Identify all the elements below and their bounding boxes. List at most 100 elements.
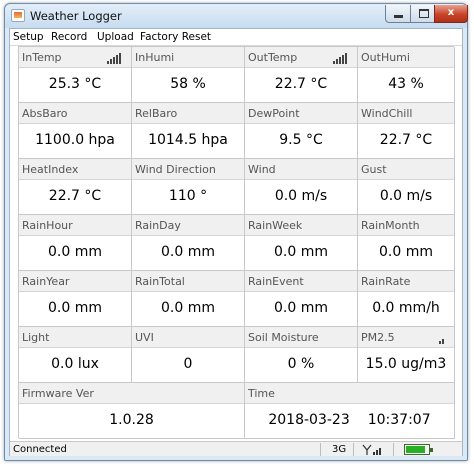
- reading-cell: Soil Moisture 0 %: [245, 327, 358, 383]
- status-bar: Connected 3G: [10, 441, 462, 456]
- reading-value: 0.0 m/s: [274, 188, 328, 204]
- reading-value: 1100.0 hpa: [35, 132, 115, 148]
- reading-value: 0.0 mm: [161, 244, 215, 260]
- window-title: Weather Logger: [30, 9, 122, 23]
- reading-label: DewPoint: [245, 103, 357, 124]
- reading-value: 110 °: [168, 188, 208, 204]
- reading-cell: Wind Direction 110 °: [132, 159, 245, 215]
- reading-cell: RelBaro 1014.5 hpa: [132, 103, 245, 159]
- antenna-signal-icon: [362, 444, 381, 455]
- reading-label: Soil Moisture: [245, 327, 357, 348]
- reading-cell: Light 0.0 lux: [19, 327, 132, 383]
- reading-cell: UVI 0: [132, 327, 245, 383]
- menu-setup[interactable]: Setup: [13, 31, 44, 43]
- close-button[interactable]: x: [434, 5, 468, 23]
- reading-value: 0.0 mm: [161, 300, 215, 316]
- battery-tip: [430, 448, 433, 452]
- time-label: Time: [245, 383, 454, 404]
- reading-label: RainWeek: [245, 215, 357, 236]
- reading-label: RainHour: [19, 215, 131, 236]
- reading-value: 1014.5 hpa: [148, 132, 228, 148]
- reading-cell: HeatIndex 22.7 °C: [19, 159, 132, 215]
- reading-label: Wind: [245, 159, 357, 180]
- reading-cell: PM2.5 15.0 ug/m3: [358, 327, 455, 383]
- reading-cell: OutHumi 43 %: [358, 47, 455, 103]
- reading-value: 22.7 °C: [274, 76, 328, 92]
- reading-value: 0.0 mm: [274, 244, 328, 260]
- status-divider: [320, 443, 321, 456]
- reading-value: 0.0 mm: [379, 244, 433, 260]
- reading-value: 0.0 mm: [274, 300, 328, 316]
- firmware-label: Firmware Ver: [19, 383, 244, 404]
- reading-label: RainDay: [132, 215, 244, 236]
- status-divider: [353, 443, 354, 456]
- signal-strength-icon: [333, 53, 351, 64]
- reading-label: OutHumi: [358, 47, 454, 68]
- reading-cell: RainYear 0.0 mm: [19, 271, 132, 327]
- reading-label: WindChill: [358, 103, 454, 124]
- reading-value: 0.0 lux: [51, 356, 99, 372]
- maximize-button[interactable]: [410, 5, 435, 23]
- app-window: Weather Logger x Setup Record Upload Fac…: [4, 3, 468, 461]
- connection-status: Connected: [13, 444, 67, 455]
- reading-value: 0.0 m/s: [379, 188, 433, 204]
- reading-cell: Wind 0.0 m/s: [245, 159, 358, 215]
- reading-cell: RainDay 0.0 mm: [132, 215, 245, 271]
- reading-label: RainYear: [19, 271, 131, 292]
- reading-cell: InTemp 25.3 °C: [19, 47, 132, 103]
- reading-value: 22.7 °C: [48, 188, 102, 204]
- reading-label: Gust: [358, 159, 454, 180]
- reading-cell: RainTotal 0.0 mm: [132, 271, 245, 327]
- reading-label: HeatIndex: [19, 159, 131, 180]
- reading-cell: RainHour 0.0 mm: [19, 215, 132, 271]
- menu-upload[interactable]: Upload: [97, 31, 134, 43]
- menu-bar: Setup Record Upload Factory Reset: [10, 29, 462, 46]
- reading-value: 0.0 mm: [48, 244, 102, 260]
- firmware-cell: Firmware Ver 1.0.28: [19, 383, 245, 439]
- signal-strength-icon: [107, 53, 125, 64]
- reading-cell: RainRate 0.0 mm/h: [358, 271, 455, 327]
- reading-cell: AbsBaro 1100.0 hpa: [19, 103, 132, 159]
- reading-value: 43 %: [388, 76, 424, 92]
- reading-value: 9.5 °C: [279, 132, 323, 148]
- reading-value: 22.7 °C: [379, 132, 433, 148]
- reading-label: AbsBaro: [19, 103, 131, 124]
- reading-label: UVI: [132, 327, 244, 348]
- menu-record[interactable]: Record: [51, 31, 87, 43]
- reading-label: RelBaro: [132, 103, 244, 124]
- menu-factory-reset[interactable]: Factory Reset: [140, 31, 211, 43]
- reading-cell: WindChill 22.7 °C: [358, 103, 455, 159]
- time-clock: 10:37:07: [367, 412, 431, 428]
- minimize-button[interactable]: [385, 5, 411, 23]
- reading-cell: DewPoint 9.5 °C: [245, 103, 358, 159]
- battery-icon: [404, 444, 433, 455]
- reading-value: 0 %: [287, 356, 315, 372]
- reading-value: 0.0 mm/h: [372, 300, 440, 316]
- app-icon: [11, 9, 25, 22]
- reading-cell: RainWeek 0.0 mm: [245, 215, 358, 271]
- reading-value: 25.3 °C: [48, 76, 102, 92]
- reading-label: RainRate: [358, 271, 454, 292]
- battery-level: [406, 446, 426, 453]
- readings-grid: InTemp 25.3 °C InHumi 58 % OutTemp 22.7 °C Out…: [18, 46, 455, 439]
- title-bar[interactable]: Weather Logger x: [5, 4, 468, 28]
- reading-value: 0: [183, 356, 193, 372]
- reading-label: Wind Direction: [132, 159, 244, 180]
- reading-cell: Gust 0.0 m/s: [358, 159, 455, 215]
- firmware-value: 1.0.28: [109, 412, 154, 428]
- signal-strength-icon: [430, 333, 448, 344]
- time-date: 2018-03-23: [268, 412, 350, 428]
- reading-cell: InHumi 58 %: [132, 47, 245, 103]
- reading-label: RainTotal: [132, 271, 244, 292]
- network-type: 3G: [332, 444, 347, 455]
- reading-value: 58 %: [170, 76, 206, 92]
- reading-label: InHumi: [132, 47, 244, 68]
- time-cell: Time 2018-03-23 10:37:07: [245, 383, 455, 439]
- reading-label: Light: [19, 327, 131, 348]
- client-area: Setup Record Upload Factory Reset InTemp…: [9, 28, 463, 456]
- time-value: 2018-03-23 10:37:07: [245, 404, 454, 437]
- reading-value: 0.0 mm: [48, 300, 102, 316]
- status-divider: [393, 443, 394, 456]
- reading-label: RainMonth: [358, 215, 454, 236]
- reading-cell: OutTemp 22.7 °C: [245, 47, 358, 103]
